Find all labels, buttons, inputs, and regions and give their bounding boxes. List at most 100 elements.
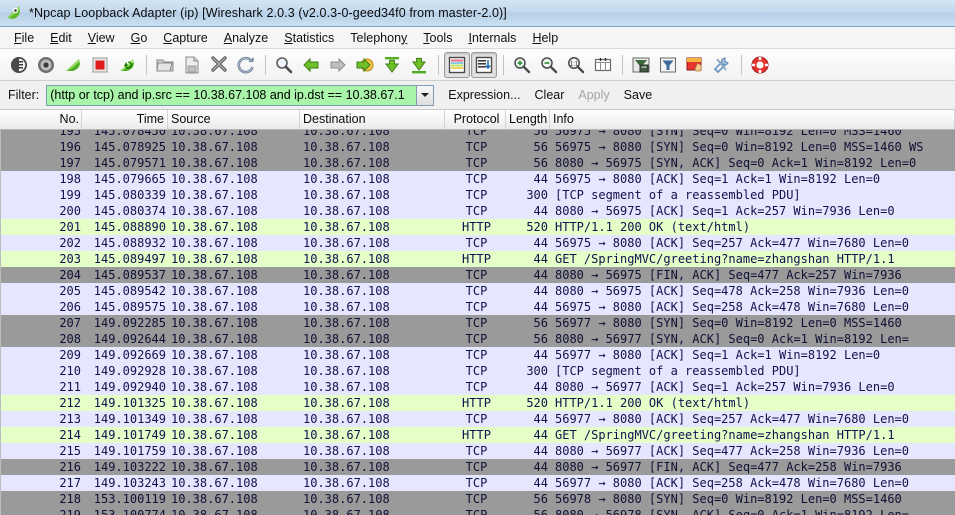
menu-view[interactable]: View xyxy=(80,29,123,47)
packet-row[interactable]: 206 145.089575 10.38.67.108 10.38.67.108 TCP… xyxy=(1,299,955,315)
packet-time: 153.100119 xyxy=(93,492,166,506)
capture-options-icon[interactable] xyxy=(33,52,59,78)
packet-length: 56 xyxy=(533,332,548,346)
menu-telephony[interactable]: Telephony xyxy=(342,29,415,47)
preferences-icon[interactable] xyxy=(709,52,735,78)
menu-internals-rest: nternals xyxy=(471,30,517,45)
filter-save-button[interactable]: Save xyxy=(624,88,653,102)
menu-statistics[interactable]: Statistics xyxy=(276,29,342,47)
zoom-out-icon[interactable] xyxy=(536,52,562,78)
packet-row[interactable]: 209 149.092669 10.38.67.108 10.38.67.108 TCP… xyxy=(1,347,955,363)
packet-row[interactable]: 207 149.092285 10.38.67.108 10.38.67.108 TCP… xyxy=(1,315,955,331)
zoom-reset-icon[interactable]: 1:1 xyxy=(563,52,589,78)
toolbar-separator xyxy=(438,54,439,75)
filter-expression-button[interactable]: Expression... xyxy=(448,88,520,102)
menu-help[interactable]: Help xyxy=(524,29,566,47)
packet-row[interactable]: 214 149.101749 10.38.67.108 10.38.67.108 HTT… xyxy=(1,427,955,443)
close-file-icon[interactable] xyxy=(206,52,232,78)
display-filter-input[interactable] xyxy=(47,85,417,105)
coloring-rules-icon[interactable] xyxy=(682,52,708,78)
menu-tools[interactable]: Tools xyxy=(415,29,460,47)
packet-source: 10.38.67.108 xyxy=(171,396,258,410)
auto-scroll-icon[interactable] xyxy=(471,51,497,78)
packet-row[interactable]: 204 145.089537 10.38.67.108 10.38.67.108 TCP… xyxy=(1,267,955,283)
packet-row[interactable]: 199 145.080339 10.38.67.108 10.38.67.108 TCP… xyxy=(1,187,955,203)
packet-row[interactable]: 211 149.092940 10.38.67.108 10.38.67.108 TCP… xyxy=(1,379,955,395)
filter-clear-button[interactable]: Clear xyxy=(535,88,565,102)
menu-capture[interactable]: Capture xyxy=(155,29,215,47)
reload-file-icon[interactable] xyxy=(233,52,259,78)
packet-destination: 10.38.67.108 xyxy=(303,412,390,426)
packet-list[interactable]: 195 145.078450 10.38.67.108 10.38.67.108 TCP… xyxy=(0,130,955,515)
help-contents-icon[interactable] xyxy=(747,52,773,78)
column-header-time[interactable]: Time xyxy=(82,110,168,129)
packet-length: 520 xyxy=(526,396,548,410)
filter-input-wrap[interactable] xyxy=(46,84,435,106)
stop-capture-icon[interactable] xyxy=(87,52,113,78)
packet-row[interactable]: 201 145.088890 10.38.67.108 10.38.67.108 HTT… xyxy=(1,219,955,235)
packet-time: 145.089542 xyxy=(93,284,166,298)
packet-row[interactable]: 195 145.078450 10.38.67.108 10.38.67.108 TCP… xyxy=(1,130,955,139)
filter-apply-button[interactable]: Apply xyxy=(578,88,609,102)
menu-go[interactable]: Go xyxy=(123,29,156,47)
column-header-source[interactable]: Source xyxy=(168,110,300,129)
display-filter-bar: Filter: Expression... Clear Apply Save xyxy=(0,81,955,110)
column-header-destination[interactable]: Destination xyxy=(300,110,445,129)
capture-filters-icon[interactable] xyxy=(628,52,654,78)
packet-row[interactable]: 213 149.101349 10.38.67.108 10.38.67.108 TCP… xyxy=(1,411,955,427)
packet-row[interactable]: 203 145.089497 10.38.67.108 10.38.67.108 HTT… xyxy=(1,251,955,267)
packet-destination: 10.38.67.108 xyxy=(303,220,390,234)
packet-row[interactable]: 200 145.080374 10.38.67.108 10.38.67.108 TCP… xyxy=(1,203,955,219)
menu-go-rest: o xyxy=(140,30,148,45)
menu-internals[interactable]: Internals xyxy=(460,29,524,47)
packet-row[interactable]: 217 149.103243 10.38.67.108 10.38.67.108 TCP… xyxy=(1,475,955,491)
go-to-packet-icon[interactable] xyxy=(352,52,378,78)
packet-protocol: TCP xyxy=(465,130,488,138)
packet-source: 10.38.67.108 xyxy=(171,364,258,378)
packet-row[interactable]: 197 145.079571 10.38.67.108 10.38.67.108 TCP… xyxy=(1,155,955,171)
menu-analyze[interactable]: Analyze xyxy=(216,29,276,47)
packet-destination: 10.38.67.108 xyxy=(303,396,390,410)
go-forward-icon[interactable] xyxy=(325,52,351,78)
packet-row[interactable]: 210 149.092928 10.38.67.108 10.38.67.108 TCP… xyxy=(1,363,955,379)
menu-file[interactable]: File xyxy=(6,29,42,47)
packet-row[interactable]: 196 145.078925 10.38.67.108 10.38.67.108 TCP… xyxy=(1,139,955,155)
go-to-last-icon[interactable] xyxy=(406,52,432,78)
packet-length: 56 xyxy=(533,130,548,138)
packet-row[interactable]: 212 149.101325 10.38.67.108 10.38.67.108 HTT… xyxy=(1,395,955,411)
packet-protocol: HTTP xyxy=(462,252,491,266)
go-to-first-icon[interactable] xyxy=(379,52,405,78)
packet-length: 56 xyxy=(533,508,548,515)
column-header-info[interactable]: Info xyxy=(550,110,955,129)
packet-source: 10.38.67.108 xyxy=(171,444,258,458)
column-header-length[interactable]: Length xyxy=(506,110,550,129)
filter-history-dropdown-button[interactable] xyxy=(416,85,434,105)
packet-row[interactable]: 198 145.079665 10.38.67.108 10.38.67.108 TCP… xyxy=(1,171,955,187)
go-back-icon[interactable] xyxy=(298,52,324,78)
packet-row[interactable]: 218 153.100119 10.38.67.108 10.38.67.108 TCP… xyxy=(1,491,955,507)
colorize-packets-icon[interactable] xyxy=(444,51,470,78)
chevron-down-icon xyxy=(421,93,430,97)
save-file-icon[interactable] xyxy=(179,52,205,78)
packet-row[interactable]: 205 145.089542 10.38.67.108 10.38.67.108 TCP… xyxy=(1,283,955,299)
restart-capture-icon[interactable] xyxy=(114,52,140,78)
packet-row[interactable]: 215 149.101759 10.38.67.108 10.38.67.108 TCP… xyxy=(1,443,955,459)
packet-info: 8080 → 56977 [SYN, ACK] Seq=0 Ack=1 Win=… xyxy=(555,332,910,346)
menu-edit[interactable]: Edit xyxy=(42,29,80,47)
display-filters-icon[interactable] xyxy=(655,52,681,78)
packet-row[interactable]: 208 149.092644 10.38.67.108 10.38.67.108 TCP… xyxy=(1,331,955,347)
packet-length: 44 xyxy=(533,172,548,186)
resize-columns-icon[interactable] xyxy=(590,52,616,78)
column-header-no[interactable]: No. xyxy=(0,110,82,129)
start-capture-icon[interactable] xyxy=(60,52,86,78)
packet-row[interactable]: 219 153.100774 10.38.67.108 10.38.67.108 TCP… xyxy=(1,507,955,515)
interface-list-icon[interactable] xyxy=(6,52,32,78)
packet-row[interactable]: 216 149.103222 10.38.67.108 10.38.67.108 TCP… xyxy=(1,459,955,475)
open-file-icon[interactable] xyxy=(152,52,178,78)
packet-source: 10.38.67.108 xyxy=(171,268,258,282)
column-header-protocol[interactable]: Protocol xyxy=(445,110,506,129)
zoom-in-icon[interactable] xyxy=(509,52,535,78)
packet-info: 56977 → 8080 [SYN] Seq=0 Win=8192 Len=0 … xyxy=(555,316,902,330)
packet-row[interactable]: 202 145.088932 10.38.67.108 10.38.67.108 TCP… xyxy=(1,235,955,251)
find-packet-icon[interactable] xyxy=(271,52,297,78)
